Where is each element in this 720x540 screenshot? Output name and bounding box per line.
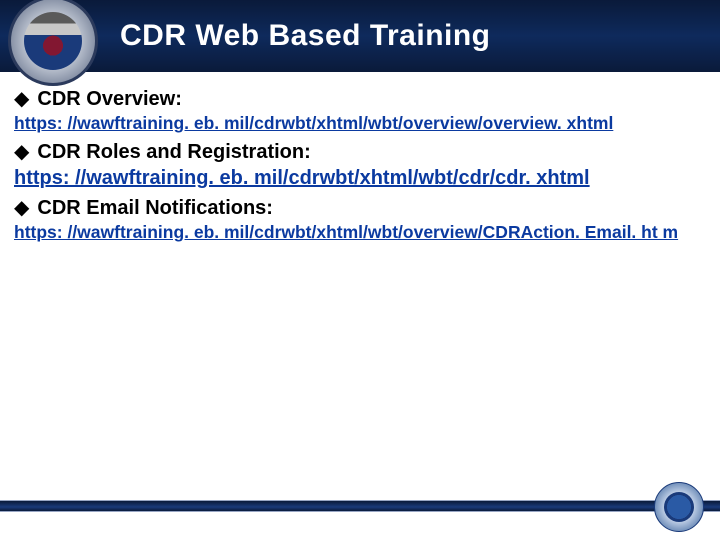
bullet-icon: ◆ xyxy=(14,142,29,162)
bullet-icon: ◆ xyxy=(14,89,29,109)
roles-link[interactable]: https: //wawftraining. eb. mil/cdrwbt/xh… xyxy=(14,166,706,191)
bullet-item: ◆ CDR Roles and Registration: xyxy=(14,141,706,164)
slide-content: ◆ CDR Overview: https: //wawftraining. e… xyxy=(0,72,720,244)
bullet-icon: ◆ xyxy=(14,198,29,218)
footer-seal-icon xyxy=(654,482,704,532)
bullet-label: CDR Overview: xyxy=(37,88,182,111)
bullet-item: ◆ CDR Overview: xyxy=(14,88,706,111)
bullet-label: CDR Roles and Registration: xyxy=(37,141,310,164)
email-link[interactable]: https: //wawftraining. eb. mil/cdrwbt/xh… xyxy=(14,222,706,244)
overview-link[interactable]: https: //wawftraining. eb. mil/cdrwbt/xh… xyxy=(14,113,706,135)
header-band: CDR Web Based Training xyxy=(0,0,720,72)
bullet-label: CDR Email Notifications: xyxy=(37,197,273,220)
header-seal-icon xyxy=(8,0,98,86)
footer-band xyxy=(0,500,720,512)
slide-title: CDR Web Based Training xyxy=(120,19,491,53)
bullet-item: ◆ CDR Email Notifications: xyxy=(14,197,706,220)
